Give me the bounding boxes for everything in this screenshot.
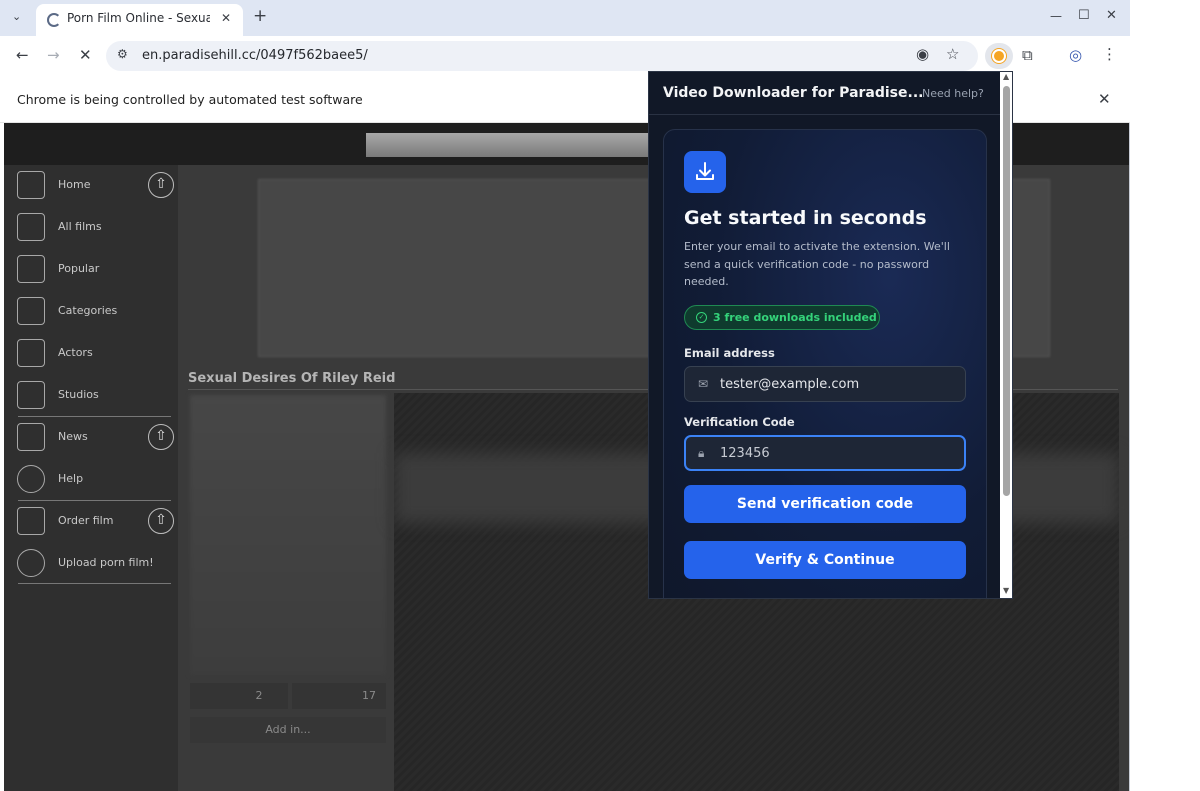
nav-label: Home	[58, 178, 91, 191]
extensions-puzzle-icon[interactable]: ⧉	[1022, 48, 1033, 63]
categories-icon	[17, 297, 45, 325]
minimize-button[interactable]: —	[1050, 10, 1062, 22]
nav-label: Popular	[58, 262, 100, 275]
extension-orange-icon	[992, 49, 1006, 63]
scroll-up-icon[interactable]: ⇧	[148, 424, 174, 450]
nav-upload[interactable]: Upload porn film!	[4, 543, 178, 583]
badge-text: 3 free downloads included	[713, 311, 877, 324]
nav-order-film[interactable]: Order film ⇧	[4, 501, 178, 541]
scrollbar-thumb[interactable]	[1003, 86, 1010, 496]
download-icon	[684, 151, 726, 193]
forward-button[interactable]: →	[47, 48, 60, 63]
new-tab-button[interactable]: +	[253, 8, 267, 25]
ticket-icon	[17, 507, 45, 535]
masks-icon	[17, 339, 45, 367]
email-field[interactable]	[684, 366, 966, 402]
tab-favicon-icon	[47, 13, 61, 27]
verification-code-field[interactable]	[684, 435, 966, 471]
infobar-close-icon[interactable]: ✕	[1098, 92, 1111, 107]
nav-label: News	[58, 430, 88, 443]
extension-popup: Video Downloader for Paradise... Need he…	[648, 71, 1013, 599]
tab-title: Porn Film Online - Sexual	[67, 11, 210, 25]
scroll-down-arrow-icon[interactable]: ▼	[1003, 586, 1009, 595]
nav-label: Studios	[58, 388, 99, 401]
free-downloads-badge: ✓ 3 free downloads included	[684, 305, 880, 330]
nav-categories[interactable]: Categories	[4, 291, 178, 331]
nav-all-films[interactable]: All films	[4, 207, 178, 247]
desktop-background	[1131, 0, 1200, 791]
nav-label: Help	[58, 472, 84, 485]
maximize-button[interactable]: ☐	[1078, 9, 1090, 22]
address-bar[interactable]: ⚙ en.paradisehill.cc/0497f562baee5/ ◉ ☆	[106, 41, 978, 71]
bookmark-star-icon[interactable]: ☆	[946, 47, 959, 62]
stat-count: 2	[190, 683, 288, 709]
headline: Get started in seconds	[684, 207, 927, 229]
browser-tab[interactable]: Porn Film Online - Sexual ✕	[36, 4, 243, 36]
site-info-icon[interactable]: ⚙	[117, 48, 128, 60]
question-icon	[17, 465, 45, 493]
add-in-button[interactable]: Add in...	[190, 717, 386, 743]
menu-kebab-icon[interactable]: ⋮	[1102, 47, 1117, 62]
nav-actors[interactable]: Actors	[4, 333, 178, 373]
film-poster[interactable]	[190, 395, 386, 675]
extension-active-icon[interactable]	[985, 43, 1013, 69]
browser-window: ⌄ Porn Film Online - Sexual ✕ + — ☐ ✕ ← …	[0, 0, 1130, 791]
film-icon	[17, 213, 45, 241]
popup-header: Video Downloader for Paradise... Need he…	[649, 72, 1012, 115]
verify-continue-button[interactable]: Verify & Continue	[684, 541, 966, 579]
tab-close-icon[interactable]: ✕	[221, 11, 231, 25]
film-title: Sexual Desires Of Riley Reid	[188, 371, 396, 386]
email-label: Email address	[684, 346, 775, 360]
check-circle-icon: ✓	[696, 312, 707, 323]
nav-studios[interactable]: Studios	[4, 375, 178, 415]
close-window-button[interactable]: ✕	[1106, 9, 1117, 22]
tab-search-icon[interactable]: ⌄	[12, 11, 21, 22]
camera-icon	[17, 381, 45, 409]
url-text[interactable]: en.paradisehill.cc/0497f562baee5/	[142, 48, 368, 63]
stat-count: 17	[292, 683, 386, 709]
nav-label: Categories	[58, 304, 118, 317]
nav-label: Actors	[58, 346, 93, 359]
scroll-up-icon[interactable]: ⇧	[148, 508, 174, 534]
newspaper-icon	[17, 423, 45, 451]
stop-loading-button[interactable]: ✕	[79, 48, 92, 63]
site-sidebar: Home ⇧ All films Popular Categories Acto…	[4, 165, 178, 791]
nav-label: All films	[58, 220, 102, 233]
popup-title: Video Downloader for Paradise...	[663, 85, 924, 101]
code-label: Verification Code	[684, 415, 795, 429]
nav-home[interactable]: Home ⇧	[4, 165, 178, 205]
cloud-upload-icon	[17, 549, 45, 577]
description-text: Enter your email to activate the extensi…	[684, 240, 950, 288]
house-icon	[17, 171, 45, 199]
nav-popular[interactable]: Popular	[4, 249, 178, 289]
browser-toolbar: ← → ✕ ⚙ en.paradisehill.cc/0497f562baee5…	[0, 36, 1130, 76]
signup-card: Get started in seconds Enter your email …	[663, 129, 987, 598]
nav-news[interactable]: News ⇧	[4, 417, 178, 457]
site-search-bar[interactable]	[366, 133, 656, 157]
profile-icon[interactable]: ◎	[1069, 48, 1082, 63]
eye-off-icon[interactable]: ◉	[916, 47, 929, 62]
infobar-text: Chrome is being controlled by automated …	[17, 92, 363, 107]
send-code-button[interactable]: Send verification code	[684, 485, 966, 523]
nav-label: Upload porn film!	[58, 556, 154, 569]
back-button[interactable]: ←	[16, 48, 29, 63]
mail-icon: ✉	[698, 377, 709, 391]
nav-divider	[18, 583, 171, 584]
nav-label: Order film	[58, 514, 114, 527]
star-icon	[17, 255, 45, 283]
scroll-up-arrow-icon[interactable]: ▲	[1003, 72, 1009, 81]
scroll-up-icon[interactable]: ⇧	[148, 172, 174, 198]
lock-icon: 🔒︎	[698, 446, 705, 460]
need-help-link[interactable]: Need help?	[922, 87, 984, 100]
nav-help[interactable]: Help	[4, 459, 178, 499]
tab-strip: ⌄ Porn Film Online - Sexual ✕ + — ☐ ✕	[0, 0, 1130, 36]
